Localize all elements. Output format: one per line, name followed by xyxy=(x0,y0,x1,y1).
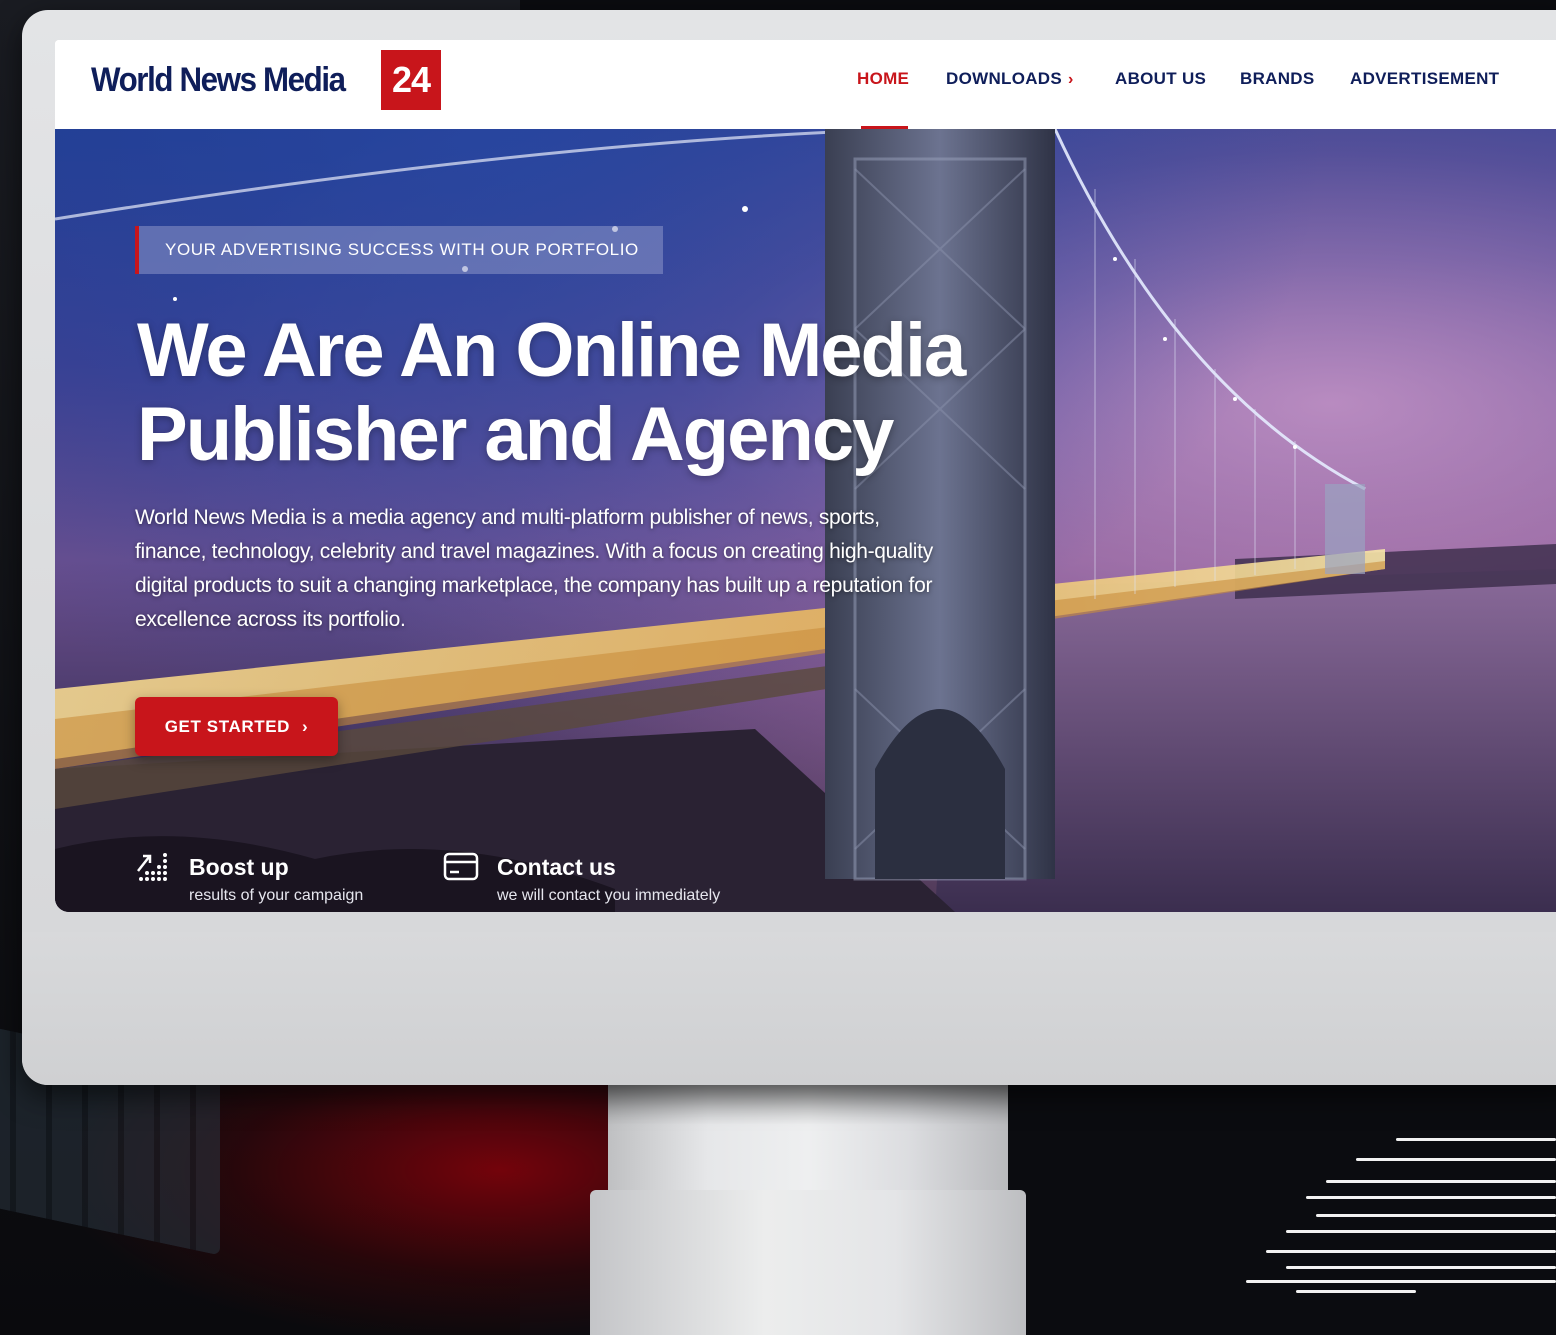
headline-line-1: We Are An Online Media xyxy=(137,308,966,393)
credit-card-icon xyxy=(443,852,479,881)
feature-title: Contact us xyxy=(497,854,616,880)
nav-downloads-label: DOWNLOADS xyxy=(946,69,1063,88)
get-started-label: GET STARTED xyxy=(164,716,291,736)
chevron-right-icon: › xyxy=(302,716,309,736)
nav-brands[interactable]: BRANDS xyxy=(1240,69,1315,89)
feature-subtitle: results of your campaign xyxy=(189,887,364,904)
nav-home[interactable]: HOME xyxy=(857,69,909,89)
get-started-button[interactable]: GET STARTED › xyxy=(135,697,338,756)
feature-title: Boost up xyxy=(189,854,289,880)
nav-about-us[interactable]: ABOUT US xyxy=(1115,69,1206,89)
nav-advertisement[interactable]: ADVERTISEMENT xyxy=(1350,69,1499,89)
monitor-chin xyxy=(22,932,1556,1085)
hero-section: YOUR ADVERTISING SUCCESS WITH OUR PORTFO… xyxy=(55,129,1556,912)
logo-text: World News Media xyxy=(91,60,346,99)
site-header: World News Media 24 HOME DOWNLOADS › ABOU… xyxy=(55,40,1556,129)
chevron-right-icon: › xyxy=(1068,71,1074,88)
hero-tagline: YOUR ADVERTISING SUCCESS WITH OUR PORTFO… xyxy=(135,226,663,274)
monitor-stand-base xyxy=(590,1190,1026,1335)
speed-lines-decoration xyxy=(1226,1130,1556,1310)
nav-downloads[interactable]: DOWNLOADS › xyxy=(946,69,1074,89)
headline-line-2: Publisher and Agency xyxy=(137,392,894,477)
logo-badge: 24 xyxy=(381,50,441,110)
site-logo[interactable]: World News Media 24 xyxy=(91,50,441,110)
chart-growth-icon xyxy=(137,853,167,881)
feature-subtitle: we will contact you immediately xyxy=(497,887,721,904)
hero-description: World News Media is a media agency and m… xyxy=(135,506,933,631)
website-screen: World News Media 24 HOME DOWNLOADS › ABOU… xyxy=(55,40,1556,912)
hero-headline: We Are An Online Media Publisher and Age… xyxy=(137,309,1137,477)
